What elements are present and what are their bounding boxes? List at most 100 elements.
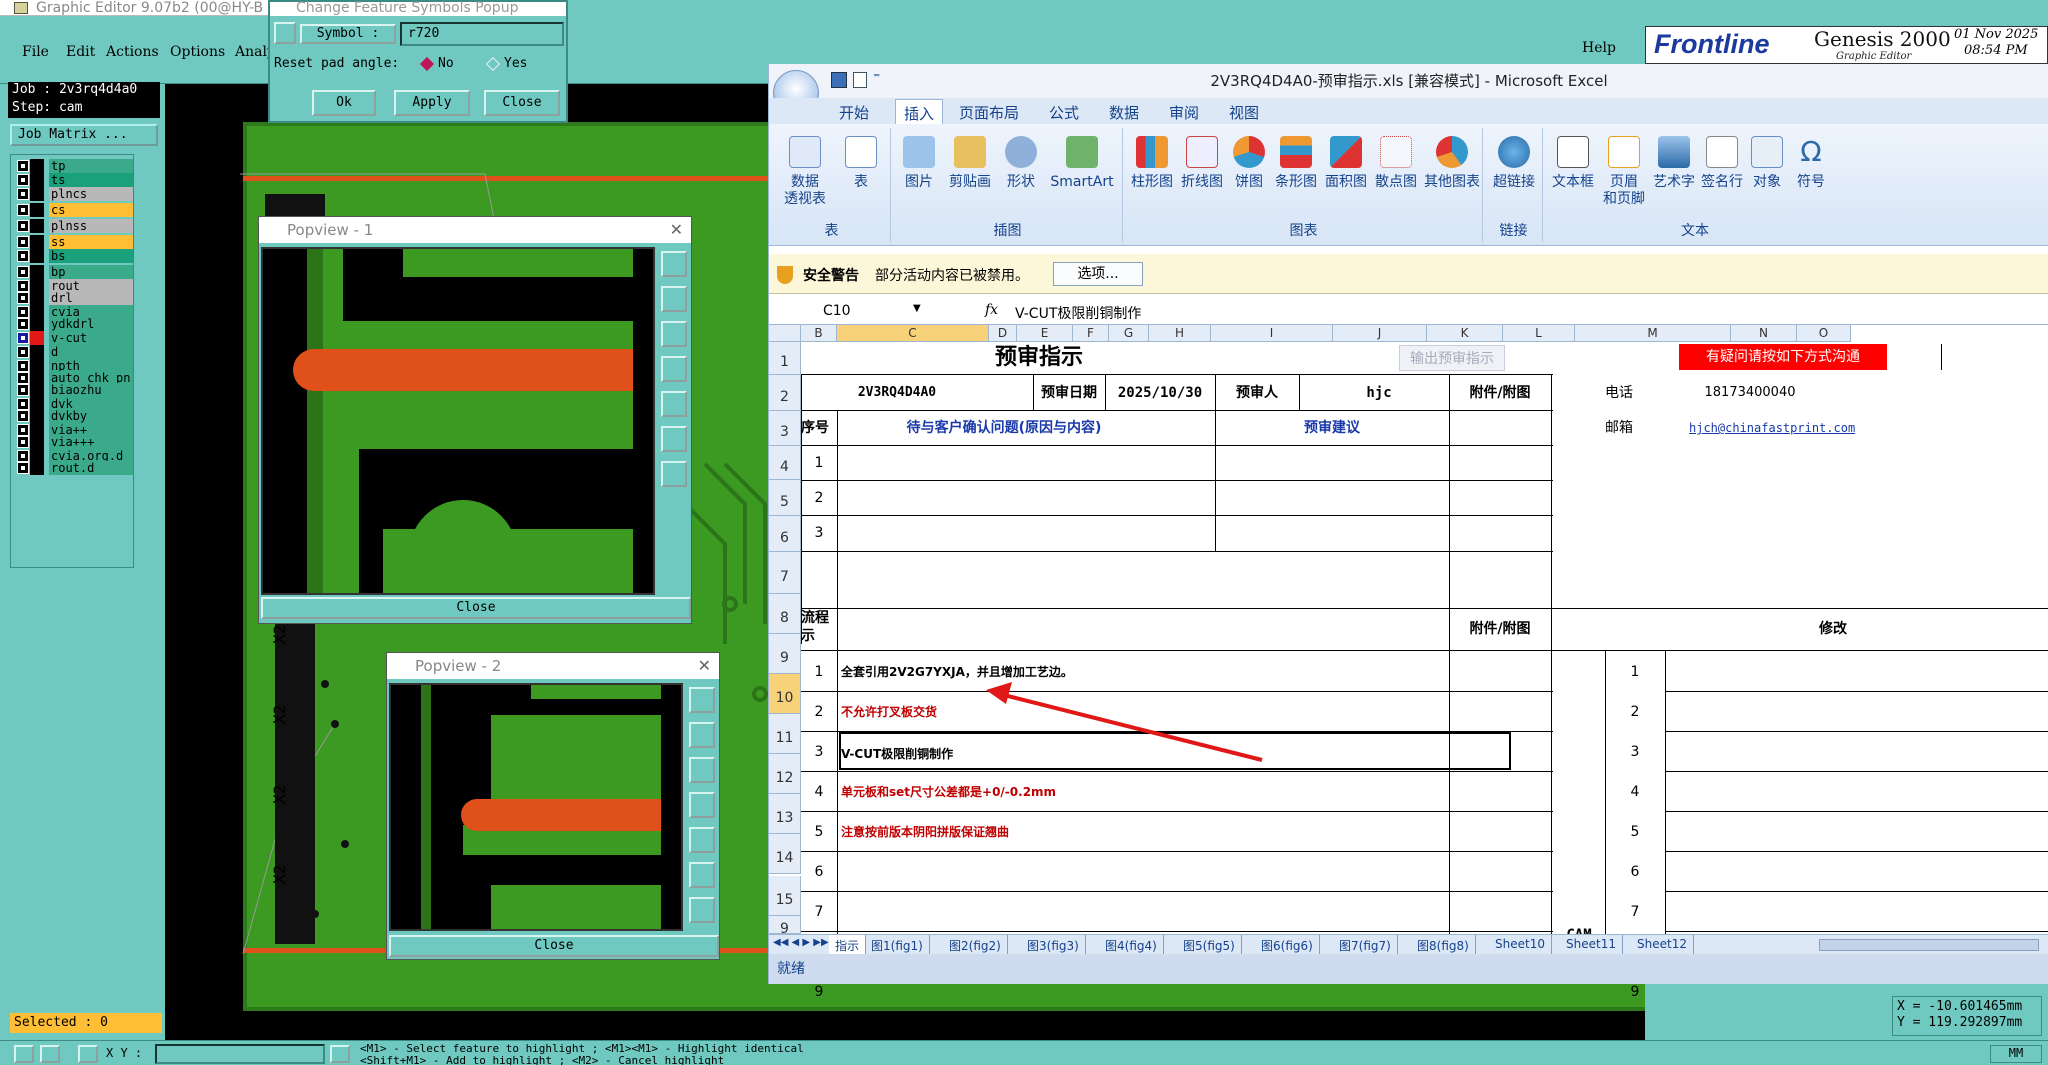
column-chart-button[interactable]: 柱形图 xyxy=(1129,136,1175,191)
center-icon[interactable] xyxy=(689,897,715,923)
sheet-tab[interactable]: 图7(fig7) xyxy=(1333,935,1398,954)
fx-icon[interactable]: fx xyxy=(985,302,998,318)
column-header-E[interactable]: E xyxy=(1017,325,1073,342)
row-header[interactable]: 9 xyxy=(769,916,801,937)
sheet-tab[interactable]: Sheet12 xyxy=(1631,935,1694,954)
horizontal-scrollbar[interactable] xyxy=(1819,939,2039,951)
item-number[interactable]: 7 xyxy=(801,892,837,932)
layer-row[interactable]: bs xyxy=(15,249,133,263)
layer-row[interactable]: via+++ xyxy=(15,435,133,449)
column-header-L[interactable]: L xyxy=(1503,325,1575,342)
radio-yes-icon[interactable] xyxy=(485,56,501,72)
layer-checkbox[interactable] xyxy=(17,174,29,186)
column-header-D[interactable]: D xyxy=(989,325,1017,342)
cam-item-number[interactable]: 4 xyxy=(1605,772,1665,812)
row-header[interactable]: 5 xyxy=(769,480,801,516)
layer-checkbox[interactable] xyxy=(17,188,29,200)
sheet-tab[interactable]: 图6(fig6) xyxy=(1255,935,1320,954)
scatter-chart-button[interactable]: 散点图 xyxy=(1373,136,1419,191)
row-header[interactable]: 9 xyxy=(769,634,801,674)
sheet-tab[interactable]: 图3(fig3) xyxy=(1021,935,1086,954)
tab-view[interactable]: 视图 xyxy=(1229,102,1259,123)
layer-row[interactable]: cs xyxy=(15,203,133,217)
layer-name[interactable]: bp xyxy=(49,265,133,279)
area-chart-button[interactable]: 面积图 xyxy=(1323,136,1369,191)
menu-actions[interactable]: Actions xyxy=(106,44,159,60)
flow-label[interactable]: 流程 示 xyxy=(801,609,837,649)
tab-data[interactable]: 数据 xyxy=(1109,102,1139,123)
row-header[interactable]: 4 xyxy=(769,446,801,480)
column-header-B[interactable]: B xyxy=(801,325,837,342)
column-header-F[interactable]: F xyxy=(1073,325,1109,342)
item-text[interactable] xyxy=(841,852,1441,892)
column-header-G[interactable]: G xyxy=(1109,325,1149,342)
layer-name[interactable]: biaozhu xyxy=(49,383,133,397)
row-header[interactable]: 7 xyxy=(769,552,801,594)
shapes-button[interactable]: 形状 xyxy=(1001,136,1041,191)
layer-checkbox[interactable] xyxy=(17,236,29,248)
item-number[interactable]: 3 xyxy=(801,732,837,772)
row-header[interactable]: 15 xyxy=(769,876,801,916)
other-charts-button[interactable]: 其他图表 xyxy=(1423,136,1481,191)
layer-checkbox[interactable] xyxy=(17,250,29,262)
menu-help[interactable]: Help xyxy=(1582,40,1616,56)
sheet-tab[interactable]: Sheet11 xyxy=(1560,935,1623,954)
zoom-in-icon[interactable] xyxy=(689,722,715,748)
layer-row[interactable]: plnss xyxy=(15,219,133,233)
cam-item-number[interactable]: 5 xyxy=(1605,812,1665,852)
zoom-fit-icon[interactable] xyxy=(661,251,687,277)
layer-name[interactable]: plncs xyxy=(49,187,133,201)
row-header[interactable]: 6 xyxy=(769,516,801,552)
layer-name[interactable]: v-cut xyxy=(49,331,133,345)
item-number[interactable]: 4 xyxy=(801,772,837,812)
row-header[interactable]: 13 xyxy=(769,794,801,834)
email-label[interactable]: 邮箱 xyxy=(1605,411,1665,446)
radio-no-icon[interactable] xyxy=(419,56,435,72)
layer-name[interactable]: dvkby xyxy=(49,409,133,423)
apply-button[interactable]: Apply xyxy=(394,90,470,116)
qat-dropdown-icon[interactable]: ⁼ xyxy=(873,70,880,86)
popview-1-close-button[interactable]: Close xyxy=(261,597,691,619)
zoom-area-icon[interactable] xyxy=(689,862,715,888)
tab-scroll-icon[interactable]: ◀◀ ◀ ▶ ▶▶ xyxy=(773,937,829,948)
date-label[interactable]: 预审日期 xyxy=(1033,375,1105,411)
select-tool-icon[interactable] xyxy=(14,1045,34,1063)
phone-value[interactable]: 18173400040 xyxy=(1675,375,1825,411)
grid-tool-icon[interactable] xyxy=(78,1045,98,1063)
close-icon[interactable]: ✕ xyxy=(698,653,711,679)
pan-left-icon[interactable] xyxy=(689,792,715,818)
date-value[interactable]: 2025/10/30 xyxy=(1105,375,1215,411)
row-header[interactable]: 12 xyxy=(769,754,801,794)
contact-banner[interactable]: 有疑问请按如下方式沟通 xyxy=(1679,344,1887,370)
namebox-dropdown-icon[interactable]: ▼ xyxy=(913,303,921,314)
xy-input[interactable] xyxy=(155,1044,325,1064)
column-header-N[interactable]: N xyxy=(1731,325,1797,342)
layer-name[interactable]: ydkdrl xyxy=(49,317,133,331)
pan-right-icon[interactable] xyxy=(689,827,715,853)
column-header-J[interactable]: J xyxy=(1333,325,1427,342)
name-box[interactable]: C10 xyxy=(773,303,923,323)
column-header-O[interactable]: O xyxy=(1797,325,1851,342)
top-item-number[interactable]: 1 xyxy=(801,446,837,481)
layer-name[interactable]: ts xyxy=(49,173,133,187)
item-text[interactable] xyxy=(841,892,1441,932)
sheet-tab[interactable]: 图8(fig8) xyxy=(1411,935,1476,954)
column-header-M[interactable]: M xyxy=(1575,325,1731,342)
tab-insert[interactable]: 插入 xyxy=(895,99,944,125)
textbox-button[interactable]: 文本框 xyxy=(1549,136,1597,191)
formula-input[interactable]: V-CUT极限削铜制作 xyxy=(1015,303,1141,323)
layer-row[interactable]: ts xyxy=(15,173,133,187)
symbol-button[interactable]: Ω 符号 xyxy=(1791,136,1831,191)
export-button[interactable]: 输出预审指示 xyxy=(1399,345,1505,371)
row-header[interactable]: 3 xyxy=(769,411,801,446)
row-header[interactable]: 14 xyxy=(769,834,801,874)
sheet-tab[interactable]: Sheet10 xyxy=(1489,935,1552,954)
item-text[interactable]: 不允许打叉板交货 xyxy=(841,692,1441,732)
row-header[interactable]: 8 xyxy=(769,594,801,634)
layer-name[interactable]: d xyxy=(49,345,133,359)
layer-checkbox[interactable] xyxy=(17,220,29,232)
sheet-tab[interactable]: 图1(fig1) xyxy=(865,935,930,954)
item-number[interactable]: 6 xyxy=(801,852,837,892)
zoom-out-icon[interactable] xyxy=(689,757,715,783)
close-button[interactable]: Close xyxy=(484,90,560,116)
